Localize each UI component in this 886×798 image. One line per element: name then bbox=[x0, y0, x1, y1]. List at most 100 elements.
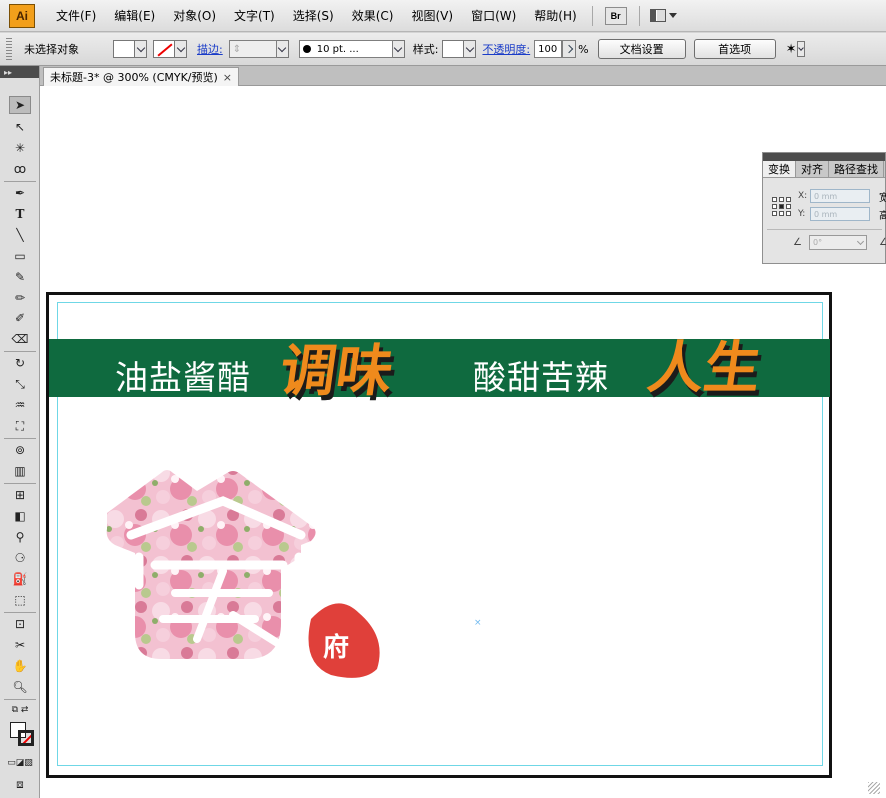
height-label: 高 bbox=[879, 211, 886, 222]
menu-type[interactable]: 文字(T) bbox=[225, 7, 284, 24]
gradient-tool-icon[interactable]: ◧ bbox=[9, 507, 31, 525]
banner-text-1: 油盐酱醋 bbox=[115, 358, 251, 397]
tool-separator bbox=[4, 483, 36, 484]
document-tab-title: 未标题-3* @ 300% (CMYK/预览) bbox=[50, 71, 218, 84]
shear-angle-icon: ∠ bbox=[879, 237, 886, 248]
chevron-down-icon bbox=[856, 237, 865, 246]
document-setup-button[interactable]: 文档设置 bbox=[597, 39, 686, 59]
chevron-down-icon bbox=[668, 13, 677, 18]
live-paint-selection-tool-icon[interactable]: ⬚ bbox=[9, 591, 31, 609]
eyedropper-tool-icon[interactable]: ⚲ bbox=[9, 528, 31, 546]
menu-effect[interactable]: 效果(C) bbox=[343, 7, 403, 24]
y-label: Y: bbox=[798, 209, 806, 219]
fill-swatch-icon bbox=[113, 40, 135, 58]
workspace-grid-icon bbox=[649, 9, 666, 22]
selection-tool-icon[interactable]: ➤ bbox=[9, 96, 31, 114]
opacity-arrow-button[interactable] bbox=[562, 40, 577, 58]
workspace-switcher-button[interactable] bbox=[649, 7, 680, 25]
default-colors-icon[interactable]: ⧉ ⇄ bbox=[9, 701, 31, 719]
rectangle-tool-icon[interactable]: ▭ bbox=[9, 247, 31, 265]
menu-help[interactable]: 帮助(H) bbox=[525, 7, 585, 24]
tab-transform[interactable]: 变换 bbox=[763, 161, 796, 177]
rotate-angle-field[interactable]: 0° bbox=[809, 235, 867, 250]
scale-tool-icon[interactable]: ⤡ bbox=[9, 375, 31, 393]
menu-edit[interactable]: 编辑(E) bbox=[105, 7, 164, 24]
hand-tool-icon[interactable]: ✋ bbox=[9, 657, 31, 675]
opacity-field[interactable]: 100 bbox=[534, 40, 563, 58]
fill-color-dropdown[interactable] bbox=[113, 39, 147, 59]
tool-separator bbox=[4, 612, 36, 613]
zoom-tool-icon[interactable]: 🔍︎ bbox=[9, 678, 31, 696]
stroke-color-dropdown[interactable] bbox=[153, 39, 187, 59]
stroke-weight-dropdown[interactable]: ⇕ bbox=[228, 39, 289, 59]
artboard-tool-icon[interactable]: ⊡ bbox=[9, 615, 31, 633]
blob-brush-tool-icon[interactable]: ✐ bbox=[9, 309, 31, 327]
paintbrush-tool-icon[interactable]: ✎ bbox=[9, 268, 31, 286]
chevron-down-icon bbox=[796, 41, 805, 57]
badge-shape: 府 bbox=[308, 603, 380, 678]
symbol-sprayer-tool-icon[interactable]: ⊚ bbox=[9, 441, 31, 459]
stroke-weight-field[interactable]: ⇕ bbox=[228, 40, 277, 58]
stroke-link[interactable]: 描边: bbox=[197, 41, 223, 57]
menu-file[interactable]: 文件(F) bbox=[47, 7, 105, 24]
opacity-link[interactable]: 不透明度: bbox=[482, 41, 530, 57]
rotate-angle-icon: ∠ bbox=[793, 237, 802, 248]
eraser-tool-icon[interactable]: ⌫ bbox=[9, 330, 31, 348]
brush-definition-dropdown[interactable]: 10 pt. ... bbox=[298, 39, 405, 59]
bridge-button[interactable]: Br bbox=[604, 6, 627, 25]
pencil-tool-icon[interactable]: ✏ bbox=[9, 289, 31, 307]
isolate-selection-button[interactable]: ✶ bbox=[786, 41, 805, 57]
chevron-down-icon bbox=[135, 40, 147, 58]
magic-wand-tool-icon[interactable]: ✳ bbox=[9, 139, 31, 157]
artboard[interactable]: 油盐酱醋 调味 酸甜苦辣 人生 府 bbox=[46, 292, 832, 778]
tab-align[interactable]: 对齐 bbox=[796, 161, 829, 177]
selection-status: 未选择对象 bbox=[24, 43, 79, 56]
transform-panel: 变换 对齐 路径查找 X: 0 mm Y: 0 mm 宽 高 ∠ 0° ∠ bbox=[762, 152, 886, 264]
panel-separator bbox=[767, 229, 882, 230]
menu-select[interactable]: 选择(S) bbox=[284, 7, 343, 24]
logo-badge-char: 府 bbox=[323, 632, 349, 663]
panel-grip[interactable] bbox=[763, 153, 885, 161]
chevron-down-icon bbox=[175, 40, 187, 58]
resize-grip-icon[interactable] bbox=[868, 782, 880, 794]
logo-artwork[interactable]: 府 bbox=[105, 461, 395, 681]
x-field[interactable]: 0 mm bbox=[810, 189, 870, 203]
line-tool-icon[interactable]: ╲ bbox=[9, 226, 31, 244]
green-banner[interactable]: 油盐酱醋 调味 酸甜苦辣 人生 bbox=[49, 336, 830, 404]
menu-view[interactable]: 视图(V) bbox=[402, 7, 462, 24]
chevron-down-icon bbox=[276, 40, 289, 58]
close-icon[interactable]: × bbox=[223, 71, 232, 84]
document-tab[interactable]: 未标题-3* @ 300% (CMYK/预览) × bbox=[43, 67, 239, 86]
warp-tool-icon[interactable]: ♒ bbox=[9, 396, 31, 414]
tool-separator bbox=[4, 351, 36, 352]
slice-tool-icon[interactable]: ✂ bbox=[9, 636, 31, 654]
fill-stroke-swatch[interactable] bbox=[10, 722, 36, 748]
mesh-tool-icon[interactable]: ⊞ bbox=[9, 486, 31, 504]
graphic-style-dropdown[interactable] bbox=[442, 39, 477, 59]
canvas[interactable]: 油盐酱醋 调味 酸甜苦辣 人生 府 × bbox=[40, 86, 886, 798]
x-label: X: bbox=[798, 191, 808, 201]
preferences-button[interactable]: 首选项 bbox=[693, 39, 776, 59]
screen-mode-icon[interactable]: ⧈ bbox=[9, 775, 31, 793]
blend-tool-icon[interactable]: ⚆ bbox=[9, 549, 31, 567]
panel-grip-icon[interactable] bbox=[6, 38, 12, 60]
lasso-tool-icon[interactable]: ꝏ bbox=[9, 160, 31, 178]
color-mode-icons[interactable]: ▭◪▨ bbox=[7, 754, 33, 772]
pen-tool-icon[interactable]: ✒ bbox=[9, 184, 31, 202]
column-graph-tool-icon[interactable]: ▥ bbox=[9, 462, 31, 480]
menu-object[interactable]: 对象(O) bbox=[164, 7, 225, 24]
tools-panel-collapse-button[interactable]: ▸▸ bbox=[0, 66, 39, 78]
y-field[interactable]: 0 mm bbox=[810, 207, 870, 221]
rotate-tool-icon[interactable]: ↻ bbox=[9, 354, 31, 372]
brush-definition-field[interactable]: 10 pt. ... bbox=[298, 40, 393, 58]
reference-point-icon[interactable] bbox=[772, 197, 792, 217]
style-swatch-icon bbox=[442, 40, 465, 58]
free-transform-tool-icon[interactable]: ⛶ bbox=[9, 417, 31, 435]
tab-pathfinder[interactable]: 路径查找 bbox=[829, 161, 884, 177]
brush-value: 10 pt. ... bbox=[316, 43, 359, 55]
menu-window[interactable]: 窗口(W) bbox=[462, 7, 525, 24]
live-paint-bucket-tool-icon[interactable]: ⛽ bbox=[9, 570, 31, 588]
type-tool-icon[interactable]: T bbox=[9, 205, 31, 223]
direct-selection-tool-icon[interactable]: ↖ bbox=[9, 118, 31, 136]
control-bar: 未选择对象 描边: ⇕ 10 pt. ... 样式: 不透明度: 100 % 文… bbox=[0, 33, 886, 66]
